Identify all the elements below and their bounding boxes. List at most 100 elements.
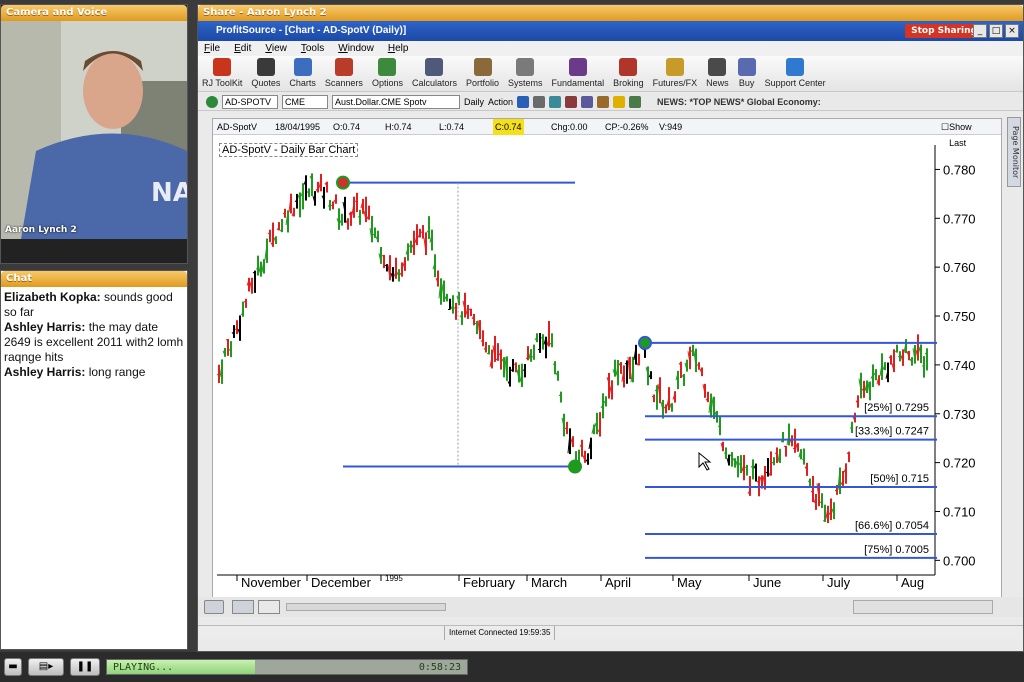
fib-level-label: [75%] 0.7005 [864,544,929,556]
toolbar-label: Portfolio [466,78,500,88]
chart-scrollbar[interactable] [198,597,1023,617]
toolbar-news-button[interactable]: News [706,56,729,88]
player-menu-button[interactable]: ▤▸ [28,658,64,676]
toolbar-label: Fundamental [551,78,605,88]
show-last-checkbox[interactable]: ☐ Show Last [941,119,972,148]
grid-icon[interactable] [629,95,642,108]
price-bar-tick [897,355,901,358]
fundamental-icon [568,58,587,76]
y-tick-label: 0.740 [943,358,976,373]
close-icon[interactable]: × [1005,24,1019,38]
menu-view[interactable]: View [265,41,287,56]
x-tick-label: December [311,575,372,590]
indicator-icon[interactable] [581,95,594,108]
toolbar-quotes-button[interactable]: Quotes [251,56,280,88]
chart-area[interactable]: AD-SpotV 18/04/1995 O:0.74 H:0.74 L:0.74… [212,118,1002,614]
price-bar-tick [384,264,388,267]
fib-level-label: [50%] 0.715 [870,473,929,485]
price-bar-tick [255,267,259,270]
toolbar-systems-button[interactable]: Systems [508,56,543,88]
menu-file[interactable]: File [204,41,220,56]
chat-panel: Chat Elizabeth Kopka: sounds good so far… [0,270,188,650]
menu-tools[interactable]: Tools [301,41,324,56]
price-bar-tick [717,425,721,427]
share-panel-title: Share - Aaron Lynch 2 [198,5,1023,21]
share-panel: Share - Aaron Lynch 2 ProfitSource - [Ch… [197,4,1024,652]
y-tick-label: 0.710 [943,504,976,519]
presenter-name-label: Aaron Lynch 2 [5,225,77,235]
toolbar-charts-button[interactable]: Charts [289,56,316,88]
symbol-bar: AD-SPOTV CME Aust.Dollar.CME Spotv Daily… [198,93,1023,111]
toolbar-broking-button[interactable]: Broking [613,56,644,88]
refresh-icon[interactable] [206,95,218,108]
quote-change: Chg:0.00 [551,122,588,132]
price-bar-tick [801,458,805,461]
draw-icon[interactable] [565,95,578,108]
scroll-track[interactable] [286,603,446,611]
minimize-player-button[interactable]: ▬ [4,658,22,676]
toolbar-label: Quotes [251,78,281,88]
menu-help[interactable]: Help [388,41,409,56]
navigation-controls[interactable] [853,600,993,614]
y-tick-label: 0.750 [943,309,976,324]
toolbar-scanners-button[interactable]: Scanners [325,56,363,88]
price-bar-tick [744,466,748,469]
zoom-icon[interactable] [549,95,562,108]
svg-text:NA: NA [151,178,187,208]
symbol-input[interactable]: AD-SPOTV [222,94,278,109]
tools-icon[interactable] [597,95,610,108]
y-tick-label: 0.720 [943,456,976,471]
menu-bar: File Edit View Tools Window Help [198,41,1023,56]
playback-status: PLAYING... [113,662,174,673]
toolbar-label: Systems [508,78,543,88]
pause-button[interactable]: ❚❚ [70,658,100,676]
quote-open: O:0.74 [333,122,361,132]
fib-level-label: [33.3%] 0.7247 [855,426,929,438]
price-bar-tick [282,212,286,215]
menu-edit[interactable]: Edit [234,41,251,56]
star-icon[interactable] [613,95,626,108]
exchange-select[interactable]: CME [282,94,328,109]
toolbar-calculators-button[interactable]: Calculators [412,56,457,88]
toolbar-support-button[interactable]: Support Center [765,56,826,88]
stop-sharing-button[interactable]: Stop Sharing [905,24,983,38]
single-view-icon[interactable] [232,600,254,614]
toolbar-futures-button[interactable]: Futures/FX [653,56,697,88]
news-ticker[interactable]: NEWS: *TOP NEWS* Global Economy: [657,97,821,107]
toolbar-portfolio-button[interactable]: Portfolio [466,56,499,88]
presenter-video-image: NA [1,21,187,239]
toolbar-options-button[interactable]: Options [372,56,403,88]
playback-bar: ▬ ▤▸ ❚❚ PLAYING... 0:58:23 [0,652,1024,682]
settings-icon[interactable] [533,95,546,108]
fib-anchor-icon [638,335,652,350]
toolbar-buy-button[interactable]: Buy [737,56,756,88]
split-view-icon[interactable] [258,600,280,614]
toolbar-label: News [706,78,729,88]
action-dropdown[interactable]: Action [488,97,513,107]
main-toolbar: RJ ToolKit Quotes Charts Scanners Options Cal… [198,56,1023,92]
collapse-icon[interactable] [204,600,224,614]
price-bar-tick [225,339,229,341]
x-tick-label: March [531,575,567,590]
price-chart[interactable]: 0.780 0.770 0.760 0.750 0.740 0.730 0.720 0.710… [213,135,1003,597]
portfolio-icon [473,58,492,76]
save-icon[interactable] [517,95,530,108]
toolbar-fundamental-button[interactable]: Fundamental [551,56,605,88]
high-marker-icon [336,175,350,190]
chat-messages: Elizabeth Kopka: sounds good so far Ashl… [1,287,187,383]
toolkit-icon [213,58,232,76]
chart-title: AD-SpotV - Daily Bar Chart [219,143,359,157]
menu-window[interactable]: Window [338,41,374,56]
minimize-icon[interactable]: _ [973,24,987,38]
charts-icon [293,58,312,76]
toolbar-label: Support Center [764,78,826,88]
y-tick-label: 0.730 [943,407,976,422]
x-tick-label: February [463,575,516,590]
maximize-icon[interactable]: □ [989,24,1003,38]
period-dropdown[interactable]: Daily [464,97,484,107]
playback-progress[interactable]: PLAYING... 0:58:23 [106,659,468,675]
page-monitor-tab[interactable]: Page Monitor [1007,117,1021,187]
futures-icon [665,58,684,76]
chat-author: Ashley Harris: [4,365,86,379]
toolbar-toolkit-button[interactable]: RJ ToolKit [202,56,242,88]
